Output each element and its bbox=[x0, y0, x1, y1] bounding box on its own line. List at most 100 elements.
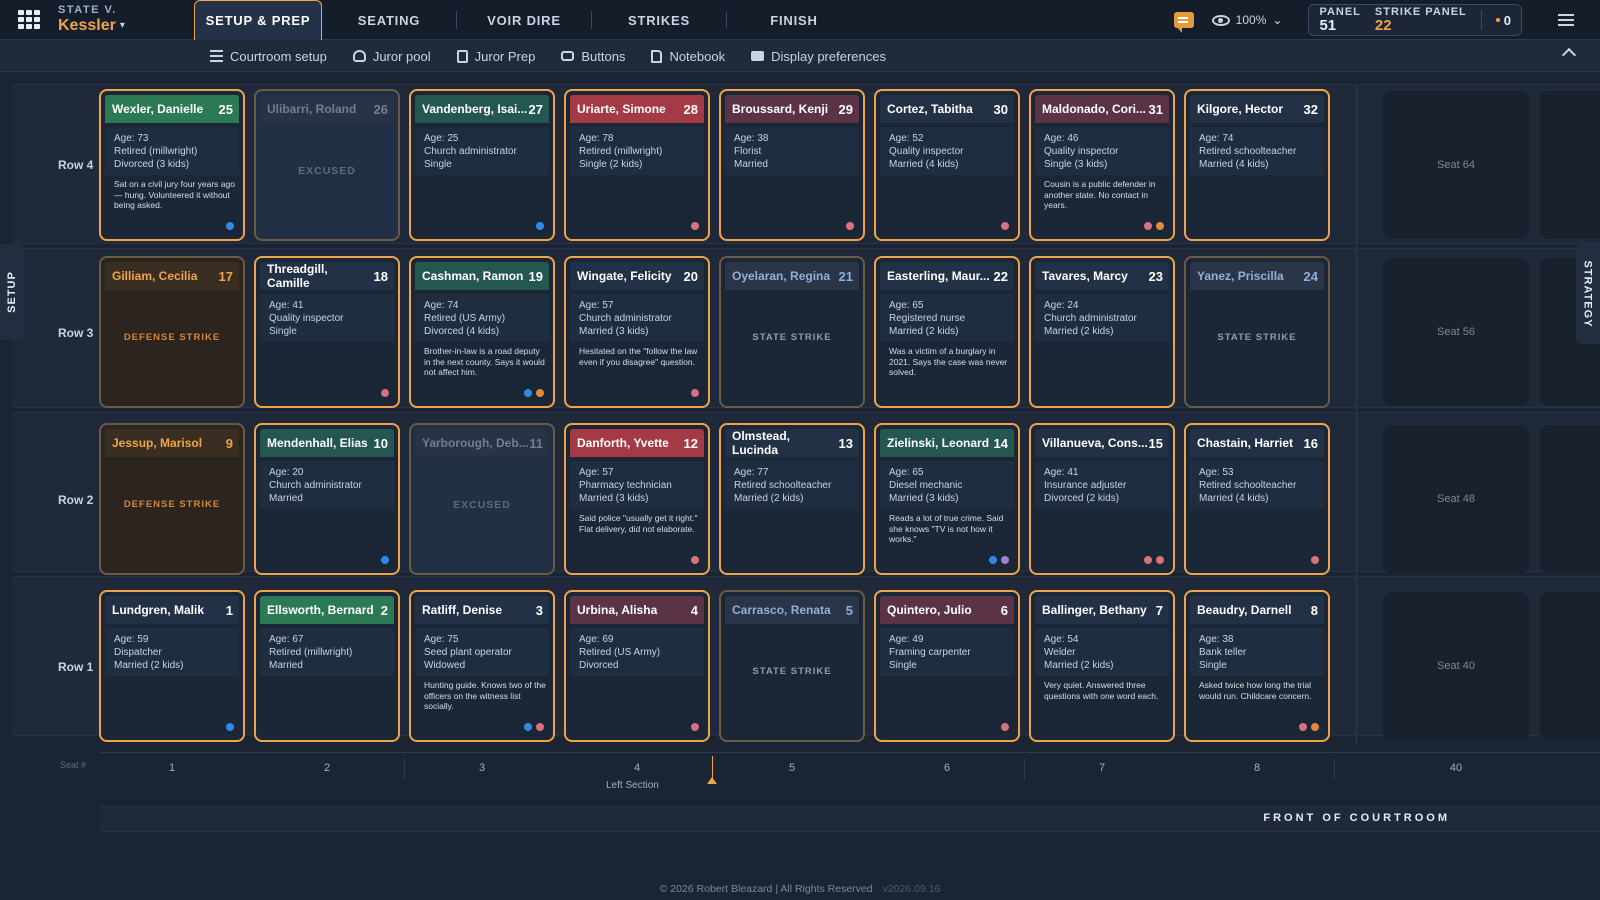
tag-dot-icon[interactable] bbox=[535, 722, 545, 732]
juror-seat-card[interactable]: Oyelaran, Regina 21 STATE STRIKE bbox=[719, 256, 865, 408]
chevron-up-icon[interactable] bbox=[1561, 47, 1577, 63]
juror-card-header: Uriarte, Simone 28 bbox=[570, 95, 704, 123]
tag-dot-icon[interactable] bbox=[523, 722, 533, 732]
juror-seat-card[interactable]: Wexler, Danielle 25 Age: 73 Retired (millwr… bbox=[99, 89, 245, 241]
chevron-down-icon: ⌄ bbox=[1272, 13, 1283, 27]
panel-counter[interactable]: PANEL 51 STRIKE PANEL 22 0 bbox=[1308, 4, 1522, 36]
juror-seat-card[interactable]: Vandenberg, Isai... 27 Age: 25 Church admin… bbox=[409, 89, 555, 241]
juror-seat-card[interactable]: Ballinger, Bethany 7 Age: 54 Welder Married … bbox=[1029, 590, 1175, 742]
zoom-control[interactable]: 100% ⌄ bbox=[1211, 13, 1283, 27]
subnav-juror-prep[interactable]: Juror Prep bbox=[456, 49, 535, 64]
juror-family: Married (4 kids) bbox=[889, 159, 959, 170]
empty-seat[interactable]: Seat 40 bbox=[1383, 592, 1529, 740]
juror-seat-card[interactable]: Mendenhall, Elias 10 Age: 20 Church adminis… bbox=[254, 423, 400, 575]
juror-seat-card[interactable]: Villanueva, Cons... 15 Age: 41 Insurance ad… bbox=[1029, 423, 1175, 575]
tag-dot-icon[interactable] bbox=[380, 388, 390, 398]
juror-seat-card[interactable]: Chastain, Harriet 16 Age: 53 Retired school… bbox=[1184, 423, 1330, 575]
juror-age: Age: 38 bbox=[734, 133, 769, 144]
tag-dot-icon[interactable] bbox=[690, 722, 700, 732]
juror-seat-card[interactable]: Yanez, Priscilla 24 STATE STRIKE bbox=[1184, 256, 1330, 408]
juror-seat-card[interactable]: Broussard, Kenji 29 Age: 38 Florist Married bbox=[719, 89, 865, 241]
row-label: Row 2 bbox=[58, 493, 94, 507]
tab-voir-dire[interactable]: VOIR DIRE bbox=[457, 0, 591, 40]
apps-grid-icon[interactable] bbox=[18, 9, 42, 30]
section-marker-triangle-icon[interactable] bbox=[707, 777, 717, 784]
tag-dot-icon[interactable] bbox=[1143, 555, 1153, 565]
juror-seat-card[interactable]: Beaudry, Darnell 8 Age: 38 Bank teller Singl… bbox=[1184, 590, 1330, 742]
subnav-courtroom-setup[interactable]: Courtroom setup bbox=[210, 49, 327, 64]
axis-tick bbox=[1334, 758, 1335, 780]
document-icon bbox=[456, 49, 468, 63]
empty-seat[interactable]: Seat 56 bbox=[1383, 258, 1529, 406]
juror-name: Broussard, Kenji bbox=[732, 102, 829, 116]
tag-dot-icon[interactable] bbox=[1000, 722, 1010, 732]
axis-seat-number: 40 bbox=[1449, 762, 1463, 774]
subnav-juror-pool[interactable]: Juror pool bbox=[352, 49, 431, 64]
juror-seat-card[interactable]: Threadgill, Camille 18 Age: 41 Quality insp… bbox=[254, 256, 400, 408]
tag-dot-icon[interactable] bbox=[1000, 555, 1010, 565]
tab-setup-prep[interactable]: SETUP & PREP bbox=[194, 0, 322, 40]
juror-name: Kilgore, Hector bbox=[1197, 102, 1284, 116]
juror-card-header: Vandenberg, Isai... 27 bbox=[415, 95, 549, 123]
tag-dot-icon[interactable] bbox=[1155, 221, 1165, 231]
juror-seat-card[interactable]: Yarborough, Deb... 11 EXCUSED bbox=[409, 423, 555, 575]
juror-seat-card[interactable]: Zielinski, Leonard 14 Age: 65 Diesel mechan… bbox=[874, 423, 1020, 575]
tag-dot-icon[interactable] bbox=[690, 388, 700, 398]
juror-seat-card[interactable]: Cashman, Ramon 19 Age: 74 Retired (US Army)… bbox=[409, 256, 555, 408]
juror-details: Age: 46 Quality inspector Single (3 kids) bbox=[1044, 132, 1118, 171]
tag-dot-icon[interactable] bbox=[690, 555, 700, 565]
juror-seat-card[interactable]: Ellsworth, Bernard 2 Age: 67 Retired (millw… bbox=[254, 590, 400, 742]
tag-dot-icon[interactable] bbox=[1155, 555, 1165, 565]
tab-finish[interactable]: FINISH bbox=[727, 0, 861, 40]
juror-card-header: Cashman, Ramon 19 bbox=[415, 262, 549, 290]
subnav-buttons[interactable]: Buttons bbox=[561, 49, 625, 64]
juror-seat-card[interactable]: Maldonado, Cori... 31 Age: 46 Quality inspe… bbox=[1029, 89, 1175, 241]
tag-dot-icon[interactable] bbox=[988, 555, 998, 565]
tag-dot-icon[interactable] bbox=[690, 221, 700, 231]
setup-side-tab[interactable]: SETUP bbox=[0, 244, 24, 340]
juror-seat-card[interactable]: Cortez, Tabitha 30 Age: 52 Quality inspecto… bbox=[874, 89, 1020, 241]
tab-strikes[interactable]: STRIKES bbox=[592, 0, 726, 40]
tag-dot-icon[interactable] bbox=[1000, 221, 1010, 231]
juror-seat-card[interactable]: Easterling, Maur... 22 Age: 65 Registered n… bbox=[874, 256, 1020, 408]
juror-seat-card[interactable]: Tavares, Marcy 23 Age: 24 Church administra… bbox=[1029, 256, 1175, 408]
juror-card-header: Yanez, Priscilla 24 bbox=[1190, 262, 1324, 290]
tab-seating[interactable]: SEATING bbox=[322, 0, 456, 40]
tag-dot-icon[interactable] bbox=[1310, 722, 1320, 732]
empty-seat[interactable]: Seat 64 bbox=[1383, 91, 1529, 239]
hamburger-menu-icon[interactable] bbox=[1558, 11, 1574, 29]
top-bar: STATE V. Kessler ▾ SETUP & PREP SEATING V… bbox=[0, 0, 1600, 40]
juror-seat-card[interactable]: Ulibarri, Roland 26 EXCUSED bbox=[254, 89, 400, 241]
juror-seat-card[interactable]: Urbina, Alisha 4 Age: 69 Retired (US Army) D… bbox=[564, 590, 710, 742]
juror-seat-card[interactable]: Danforth, Yvette 12 Age: 57 Pharmacy techni… bbox=[564, 423, 710, 575]
juror-seat-card[interactable]: Uriarte, Simone 28 Age: 78 Retired (millwri… bbox=[564, 89, 710, 241]
tag-dot-icon[interactable] bbox=[845, 221, 855, 231]
juror-seat-card[interactable]: Lundgren, Malik 1 Age: 59 Dispatcher Married… bbox=[99, 590, 245, 742]
subnav-display-preferences[interactable]: Display preferences bbox=[751, 49, 886, 64]
tag-dot-icon[interactable] bbox=[1143, 221, 1153, 231]
tag-dot-icon[interactable] bbox=[1298, 722, 1308, 732]
tag-dot-icon[interactable] bbox=[225, 221, 235, 231]
juror-seat-card[interactable]: Olmstead, Lucinda 13 Age: 77 Retired school… bbox=[719, 423, 865, 575]
tag-dot-icon[interactable] bbox=[535, 388, 545, 398]
juror-name: Ellsworth, Bernard bbox=[267, 603, 374, 617]
juror-seat-card[interactable]: Wingate, Felicity 20 Age: 57 Church adminis… bbox=[564, 256, 710, 408]
juror-seat-card[interactable]: Quintero, Julio 6 Age: 49 Framing carpenter… bbox=[874, 590, 1020, 742]
case-selector[interactable]: STATE V. Kessler ▾ bbox=[58, 5, 125, 34]
juror-seat-card[interactable]: Ratliff, Denise 3 Age: 75 Seed plant operat… bbox=[409, 590, 555, 742]
empty-seat[interactable]: Seat 48 bbox=[1383, 425, 1529, 573]
tag-dot-icon[interactable] bbox=[523, 388, 533, 398]
subnav-notebook[interactable]: Notebook bbox=[651, 49, 725, 64]
juror-seat-card[interactable]: Carrasco, Renata 5 STATE STRIKE bbox=[719, 590, 865, 742]
strategy-side-tab[interactable]: STRATEGY bbox=[1576, 244, 1600, 344]
tag-dot-icon[interactable] bbox=[1310, 555, 1320, 565]
juror-seat-card[interactable]: Gilliam, Cecilia 17 DEFENSE STRIKE bbox=[99, 256, 245, 408]
tag-dot-icon[interactable] bbox=[225, 722, 235, 732]
juror-seat-card[interactable]: Kilgore, Hector 32 Age: 74 Retired schoolte… bbox=[1184, 89, 1330, 241]
chat-icon[interactable] bbox=[1173, 12, 1194, 33]
tag-dot-icon[interactable] bbox=[535, 221, 545, 231]
juror-family: Married bbox=[269, 660, 303, 671]
juror-seat-card[interactable]: Jessup, Marisol 9 DEFENSE STRIKE bbox=[99, 423, 245, 575]
tag-dot-icon[interactable] bbox=[380, 555, 390, 565]
row-label: Row 3 bbox=[58, 326, 94, 340]
